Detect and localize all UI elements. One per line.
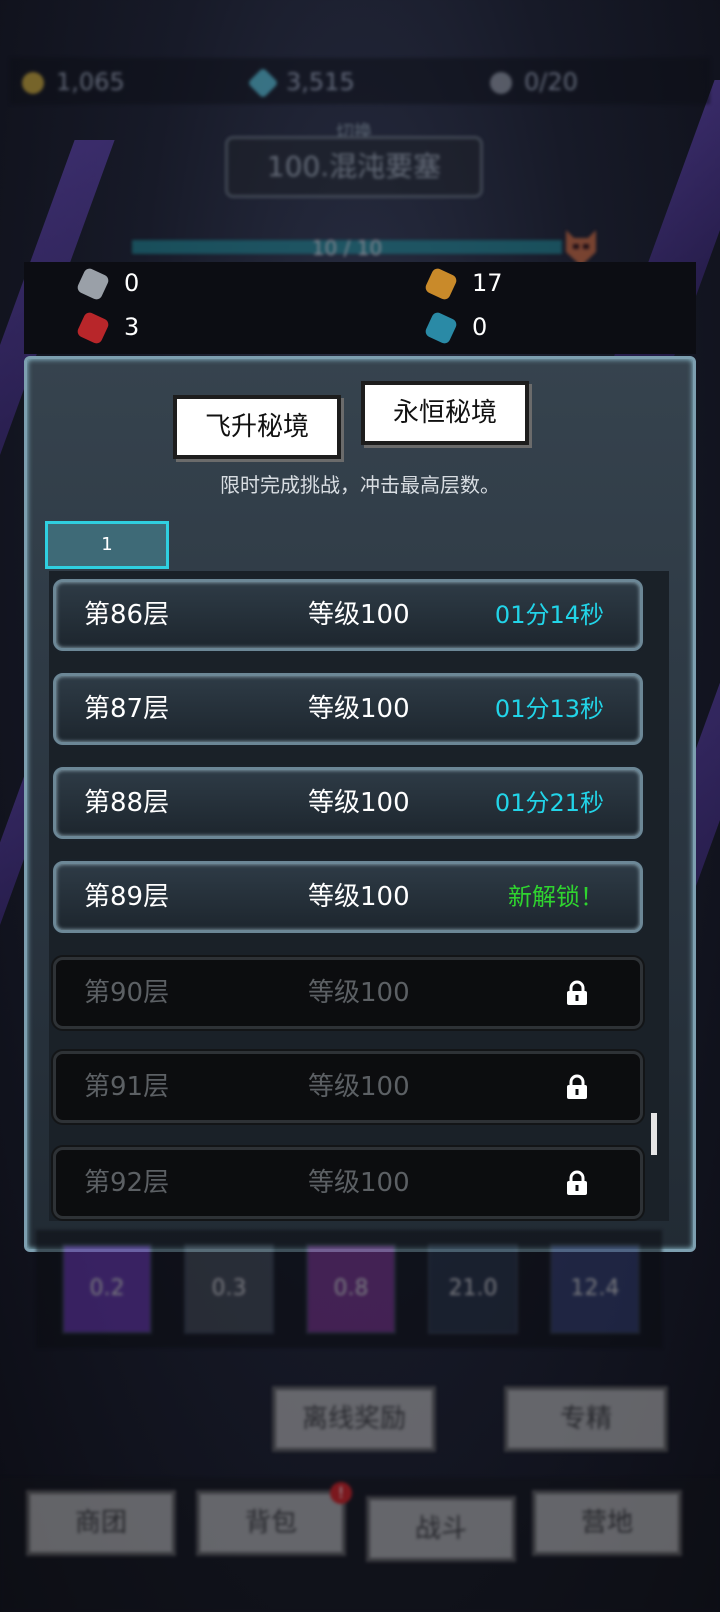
floor-list[interactable]: 第86层 等级100 01分14秒 第87层 等级100 01分13秒 第88层 等级100 0… bbox=[49, 571, 669, 1221]
floor-level: 等级100 bbox=[308, 694, 410, 724]
tab-ascension-realm[interactable]: 飞升秘境 bbox=[173, 395, 341, 459]
floor-level: 等级100 bbox=[308, 882, 410, 912]
floor-row[interactable]: 第89层 等级100 新解锁！ bbox=[53, 861, 643, 933]
floor-row[interactable]: 第86层 等级100 01分14秒 bbox=[53, 579, 643, 651]
location-name-button[interactable]: 100.混沌要塞 bbox=[225, 136, 483, 198]
floor-row[interactable]: 第92层 等级100 bbox=[53, 1147, 643, 1219]
floor-number: 第88层 bbox=[84, 788, 170, 818]
page-selector[interactable]: 1 bbox=[45, 521, 169, 569]
nav-battle-button[interactable]: 战斗 bbox=[366, 1496, 516, 1562]
floor-number: 第87层 bbox=[84, 694, 170, 724]
panel-subtitle: 限时完成挑战，冲击最高层数。 bbox=[220, 473, 500, 497]
lock-icon bbox=[567, 1170, 587, 1195]
floor-number: 第91层 bbox=[84, 1072, 170, 1102]
gold-coin-icon bbox=[22, 72, 44, 94]
stamina-display: 0/20 bbox=[490, 68, 578, 96]
lock-icon bbox=[567, 1074, 587, 1099]
diamond-icon bbox=[247, 67, 279, 99]
wave-progress-label: 10 / 10 bbox=[311, 236, 383, 260]
clear-time: 01分13秒 bbox=[494, 695, 604, 723]
nav-backpack-button[interactable]: 背包 bbox=[196, 1490, 346, 1556]
floor-row[interactable]: 第88层 等级100 01分21秒 bbox=[53, 767, 643, 839]
floor-row[interactable]: 第91层 等级100 bbox=[53, 1051, 643, 1123]
material-blue-rune: 0 bbox=[423, 310, 487, 346]
floor-number: 第89层 bbox=[84, 882, 170, 912]
tab-eternal-realm[interactable]: 永恒秘境 bbox=[361, 381, 529, 445]
floor-number: 第92层 bbox=[84, 1168, 170, 1198]
gray-ore-icon bbox=[75, 266, 111, 302]
list-scrollbar[interactable] bbox=[651, 1113, 657, 1155]
skill-slot[interactable]: 21.0 bbox=[428, 1244, 518, 1334]
location-switch[interactable]: 切换 100.混沌要塞 bbox=[225, 118, 483, 198]
skill-bar: 0.2 0.3 0.8 21.0 12.4 bbox=[36, 1230, 662, 1348]
floor-row[interactable]: 第90层 等级100 bbox=[53, 957, 643, 1029]
skill-slot[interactable]: 12.4 bbox=[550, 1244, 640, 1334]
stamina-icon bbox=[490, 72, 512, 94]
skill-slot[interactable]: 0.8 bbox=[306, 1244, 396, 1334]
skill-slot[interactable]: 0.3 bbox=[184, 1244, 274, 1334]
secret-realm-panel: 飞升秘境 永恒秘境 限时完成挑战，冲击最高层数。 1 第86层 等级100 01分1… bbox=[24, 356, 696, 1252]
nav-camp-button[interactable]: 营地 bbox=[532, 1490, 682, 1556]
gold-display: 1,065 bbox=[22, 68, 125, 96]
clear-time: 01分21秒 bbox=[494, 789, 604, 817]
offline-reward-button[interactable]: 离线奖励 bbox=[272, 1386, 436, 1452]
floor-level: 等级100 bbox=[308, 1168, 410, 1198]
floor-row[interactable]: 第87层 等级100 01分13秒 bbox=[53, 673, 643, 745]
nav-guild-button[interactable]: 商团 bbox=[26, 1490, 176, 1556]
new-unlock-label: 新解锁！ bbox=[508, 883, 604, 911]
red-ore-icon bbox=[75, 310, 111, 346]
clear-time: 01分14秒 bbox=[494, 601, 604, 629]
material-gold-rune: 17 bbox=[423, 266, 503, 302]
skill-slot[interactable]: 0.2 bbox=[62, 1244, 152, 1334]
gold-rune-icon bbox=[423, 266, 459, 302]
materials-panel: 0 17 3 0 bbox=[24, 262, 696, 354]
lock-icon bbox=[567, 980, 587, 1005]
material-red-ore: 3 bbox=[75, 310, 139, 346]
material-gray-ore: 0 bbox=[75, 266, 139, 302]
floor-level: 等级100 bbox=[308, 600, 410, 630]
floor-number: 第90层 bbox=[84, 978, 170, 1008]
notification-badge: ! bbox=[330, 1482, 352, 1504]
specialize-button[interactable]: 专精 bbox=[504, 1386, 668, 1452]
floor-level: 等级100 bbox=[308, 978, 410, 1008]
blue-rune-icon bbox=[423, 310, 459, 346]
floor-level: 等级100 bbox=[308, 788, 410, 818]
bottom-nav: 商团 背包 ! 战斗 营地 bbox=[0, 1478, 720, 1612]
floor-level: 等级100 bbox=[308, 1072, 410, 1102]
floor-number: 第86层 bbox=[84, 600, 170, 630]
diamond-display: 3,515 bbox=[247, 67, 355, 99]
